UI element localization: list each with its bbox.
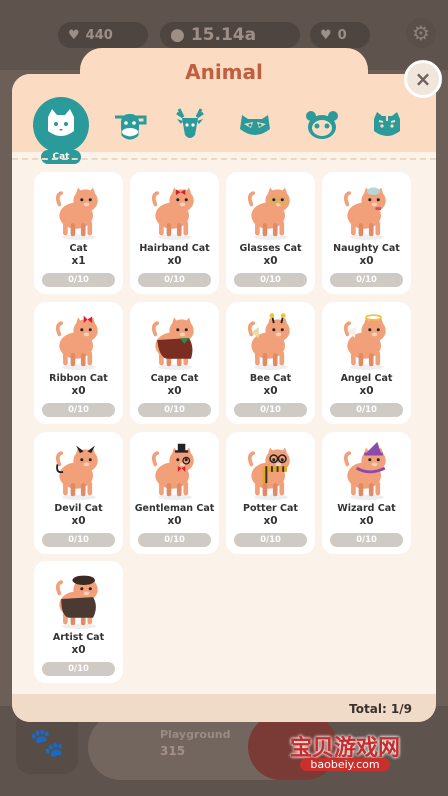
animal-name: Angel Cat: [340, 373, 393, 384]
heart-icon: ♥: [68, 27, 80, 43]
animal-card-devil-cat[interactable]: Devil Cat x0 0/10: [34, 432, 123, 554]
panel-title: Animal: [80, 48, 368, 98]
animal-name: Artist Cat: [52, 632, 105, 643]
progress-bar: 0/10: [234, 273, 307, 287]
animal-card-gentleman-cat[interactable]: Gentleman Cat x0 0/10: [130, 432, 219, 554]
animal-card-bee-cat[interactable]: Bee Cat x0 0/10: [226, 302, 315, 424]
animal-count: x0: [167, 385, 182, 397]
animal-count: x0: [71, 385, 86, 397]
animal-count: x0: [71, 515, 86, 527]
animal-card-hairband-cat[interactable]: Hairband Cat x0 0/10: [130, 172, 219, 294]
naughty-cat-icon: [343, 187, 386, 240]
progress-bar: 0/10: [330, 533, 403, 547]
animal-count: x0: [359, 385, 374, 397]
animal-count: x0: [167, 255, 182, 267]
animal-collection-panel: Cat Cat x1 0/10 Hairband Cat x0 0/10 Gla…: [12, 74, 436, 722]
animal-name: Cat: [69, 243, 88, 254]
divider: [12, 158, 436, 160]
glasses-cat-icon: [247, 187, 290, 240]
animal-name: Gentleman Cat: [134, 503, 215, 514]
hairband-cat-icon: [151, 187, 194, 240]
progress-bar: 0/10: [138, 533, 211, 547]
animal-count: x0: [263, 255, 278, 267]
animal-count: x0: [359, 515, 374, 527]
wizard-cat-icon: [343, 441, 386, 500]
animal-name: Cape Cat: [150, 373, 199, 384]
tab-panda[interactable]: [297, 100, 347, 150]
tab-cat[interactable]: [33, 97, 89, 153]
animal-name: Ribbon Cat: [49, 373, 108, 384]
playground-value: 315: [160, 744, 186, 758]
cow-face-icon: [115, 114, 147, 140]
animal-card-ribbon-cat[interactable]: Ribbon Cat x0 0/10: [34, 302, 123, 424]
coin-icon: ●: [170, 25, 185, 45]
gem-icon: ♥: [320, 27, 332, 43]
animal-count: x0: [263, 385, 278, 397]
animal-name: Bee Cat: [249, 373, 292, 384]
animal-card-angel-cat[interactable]: Angel Cat x0 0/10: [322, 302, 411, 424]
animal-card-potter-cat[interactable]: Potter Cat x0 0/10: [226, 432, 315, 554]
cape-cat-icon: [151, 317, 194, 370]
animal-name: Naughty Cat: [333, 243, 400, 254]
cat-face-icon: [48, 109, 74, 136]
animal-card-cat[interactable]: Cat x1 0/10: [34, 172, 123, 294]
tab-raccoon[interactable]: [230, 100, 280, 150]
progress-bar: 0/10: [330, 403, 403, 417]
animal-card-artist-cat[interactable]: Artist Cat x0 0/10: [34, 561, 123, 683]
angel-cat-icon: [343, 314, 386, 370]
deer-face-icon: [176, 108, 204, 138]
animal-count: x0: [167, 515, 182, 527]
progress-bar: 0/10: [42, 533, 115, 547]
bee-cat-icon: [247, 313, 290, 370]
animal-card-naughty-cat[interactable]: Naughty Cat x0 0/10: [322, 172, 411, 294]
progress-bar: 0/10: [42, 662, 115, 676]
ribbon-cat-icon: [55, 315, 98, 370]
watermark: 宝贝游戏网 baobeiy.com: [270, 704, 430, 786]
progress-bar: 0/10: [138, 273, 211, 287]
progress-bar: 0/10: [234, 533, 307, 547]
animal-count: x0: [359, 255, 374, 267]
tab-deer[interactable]: [165, 100, 215, 150]
tiger-face-icon: [374, 112, 400, 136]
playground-label: Playground: [160, 728, 231, 741]
progress-bar: 0/10: [42, 273, 115, 287]
hearts-counter: ♥ 440: [58, 22, 148, 48]
animal-count: x0: [263, 515, 278, 527]
animal-name: Devil Cat: [54, 503, 103, 514]
cat-icon: [55, 187, 98, 240]
progress-bar: 0/10: [138, 403, 211, 417]
raccoon-face-icon: [240, 115, 270, 135]
tab-cow[interactable]: [105, 100, 155, 150]
potter-cat-icon: [247, 447, 290, 500]
animal-name: Potter Cat: [243, 503, 298, 514]
money-counter: ● 15.14a: [160, 22, 300, 48]
gear-icon[interactable]: ⚙: [406, 18, 436, 48]
watermark-url: baobeiy.com: [300, 758, 390, 771]
animal-name: Wizard Cat: [337, 503, 396, 514]
gem-counter: ♥ 0: [310, 22, 370, 48]
animal-count: x0: [71, 644, 86, 656]
animal-count: x1: [71, 255, 86, 267]
animal-card-cape-cat[interactable]: Cape Cat x0 0/10: [130, 302, 219, 424]
artist-cat-icon: [55, 575, 98, 629]
gentleman-cat-icon: [151, 443, 194, 500]
animal-name: Glasses Cat: [239, 243, 302, 254]
progress-bar: 0/10: [234, 403, 307, 417]
animal-card-wizard-cat[interactable]: Wizard Cat x0 0/10: [322, 432, 411, 554]
active-tab-label: Cat: [41, 150, 81, 164]
devil-cat-icon: [55, 445, 98, 500]
close-button[interactable]: ×: [404, 60, 442, 98]
panda-face-icon: [306, 111, 338, 139]
progress-bar: 0/10: [330, 273, 403, 287]
animal-card-glasses-cat[interactable]: Glasses Cat x0 0/10: [226, 172, 315, 294]
animal-name: Hairband Cat: [139, 243, 210, 254]
progress-bar: 0/10: [42, 403, 115, 417]
tab-tiger[interactable]: [362, 100, 412, 150]
